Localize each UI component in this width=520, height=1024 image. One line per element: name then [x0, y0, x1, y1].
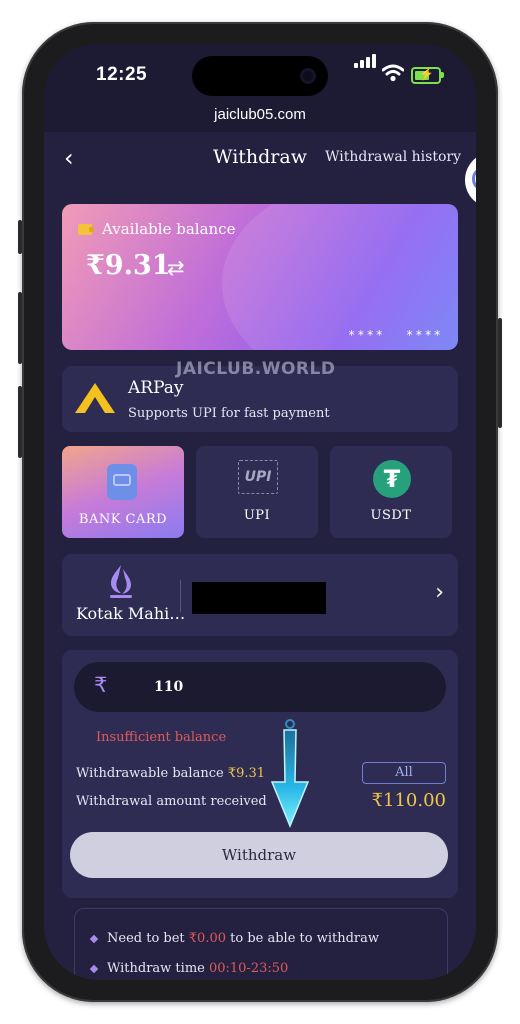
usdt-icon: ₮	[373, 460, 411, 498]
withdrawable-balance-value: ₹9.31	[227, 766, 266, 781]
battery-icon: ⚡	[411, 67, 444, 84]
volume-up-button	[18, 292, 22, 364]
withdrawable-balance-label: Withdrawable balance	[76, 766, 228, 781]
wallet-icon	[78, 224, 94, 235]
withdraw-form: ₹ 110 Insufficient balance Withdrawable …	[62, 650, 458, 898]
status-time: 12:25	[96, 64, 148, 85]
bank-logo-icon	[110, 565, 132, 598]
method-upi[interactable]: UPI UPI	[196, 446, 318, 538]
redacted-account-number	[192, 582, 326, 614]
rule-bet-requirement: Need to bet ₹0.00 to be able to withdraw	[89, 931, 379, 946]
channel-name: ARPay	[128, 378, 184, 398]
status-bar: 12:25 ⚡	[44, 44, 476, 100]
bullet-icon	[89, 934, 99, 943]
app-header: ‹ Withdraw Withdrawal history	[44, 132, 476, 184]
withdraw-button[interactable]: Withdraw	[70, 832, 448, 878]
wifi-icon	[382, 64, 404, 82]
bank-card-icon	[107, 464, 137, 500]
dynamic-island	[192, 56, 328, 96]
amount-received-value: ₹110.00	[371, 790, 446, 811]
volume-down-button	[18, 386, 22, 458]
balance-amount: ₹9.31	[86, 250, 171, 281]
balance-card: Available balance ₹9.31 ⇄ **** ****	[62, 204, 458, 350]
refresh-icon[interactable]: ⇄	[167, 256, 185, 280]
amount-input[interactable]: ₹ 110	[74, 662, 446, 712]
withdrawal-history-link[interactable]: Withdrawal history	[325, 149, 461, 165]
divider	[180, 580, 181, 612]
camera-icon	[300, 68, 316, 84]
method-label: USDT	[370, 508, 412, 523]
action-button	[18, 220, 22, 254]
card-mask-1: ****	[348, 328, 385, 342]
rule-withdraw-time: Withdraw time 00:10-23:50	[89, 961, 288, 976]
pointer-arrow-icon	[270, 719, 310, 828]
rupee-icon: ₹	[94, 673, 108, 697]
withdraw-rules: Need to bet ₹0.00 to be able to withdraw…	[74, 908, 448, 980]
bank-account-selector[interactable]: Kotak Mahi… ›	[62, 554, 458, 636]
support-icon	[472, 168, 476, 190]
channel-subtitle: Supports UPI for fast payment	[128, 406, 330, 421]
bank-name: Kotak Mahi…	[76, 604, 186, 623]
card-mask-2: ****	[406, 328, 443, 342]
arpay-logo-icon	[75, 383, 115, 413]
upi-icon: UPI	[238, 460, 278, 494]
phone-screen: 12:25 ⚡ jaiclub05.com ‹ Withdraw Withdra…	[44, 44, 476, 980]
method-bank-card[interactable]: BANK CARD	[62, 446, 184, 538]
power-button	[498, 318, 502, 428]
amount-value: 110	[154, 679, 184, 695]
available-balance-label: Available balance	[102, 220, 236, 238]
all-button[interactable]: All	[362, 762, 446, 784]
insufficient-balance-error: Insufficient balance	[96, 730, 227, 745]
method-label: UPI	[243, 508, 271, 523]
chevron-right-icon: ›	[435, 580, 444, 605]
watermark: JAICLUB.WORLD	[176, 359, 336, 379]
withdrawable-balance: Withdrawable balance ₹9.31	[76, 766, 265, 781]
method-usdt[interactable]: ₮ USDT	[330, 446, 452, 538]
url-bar[interactable]: jaiclub05.com	[44, 100, 476, 132]
method-label: BANK CARD	[78, 512, 168, 527]
bullet-icon	[89, 964, 99, 973]
amount-received-label: Withdrawal amount received	[76, 794, 267, 809]
